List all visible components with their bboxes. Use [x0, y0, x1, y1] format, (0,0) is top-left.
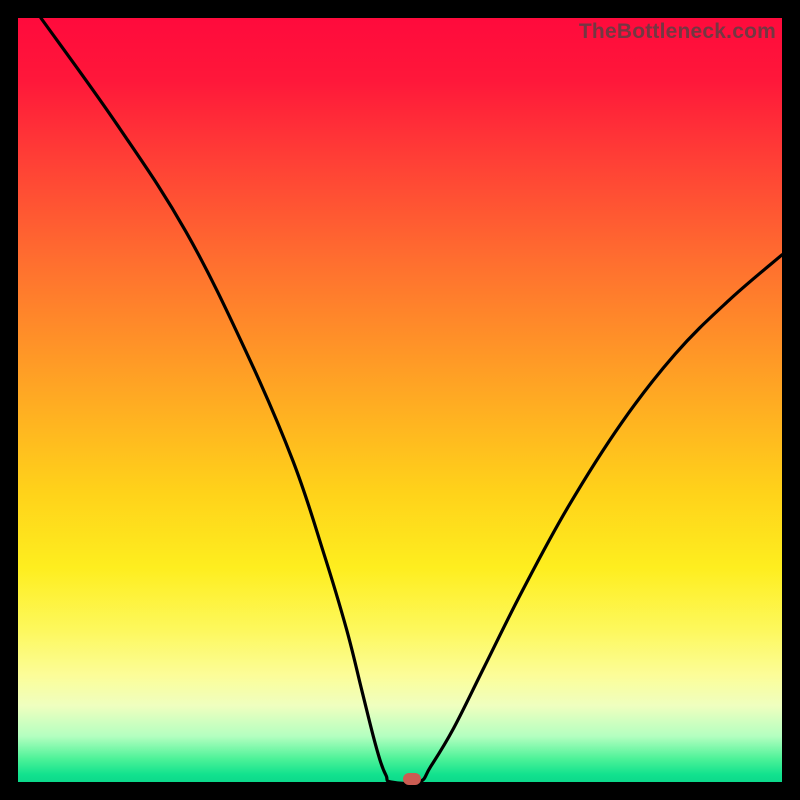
chart-frame: TheBottleneck.com	[0, 0, 800, 800]
optimum-marker	[403, 773, 421, 785]
bottleneck-curve	[41, 18, 782, 784]
plot-area: TheBottleneck.com	[18, 18, 782, 782]
curve-svg	[18, 18, 782, 782]
